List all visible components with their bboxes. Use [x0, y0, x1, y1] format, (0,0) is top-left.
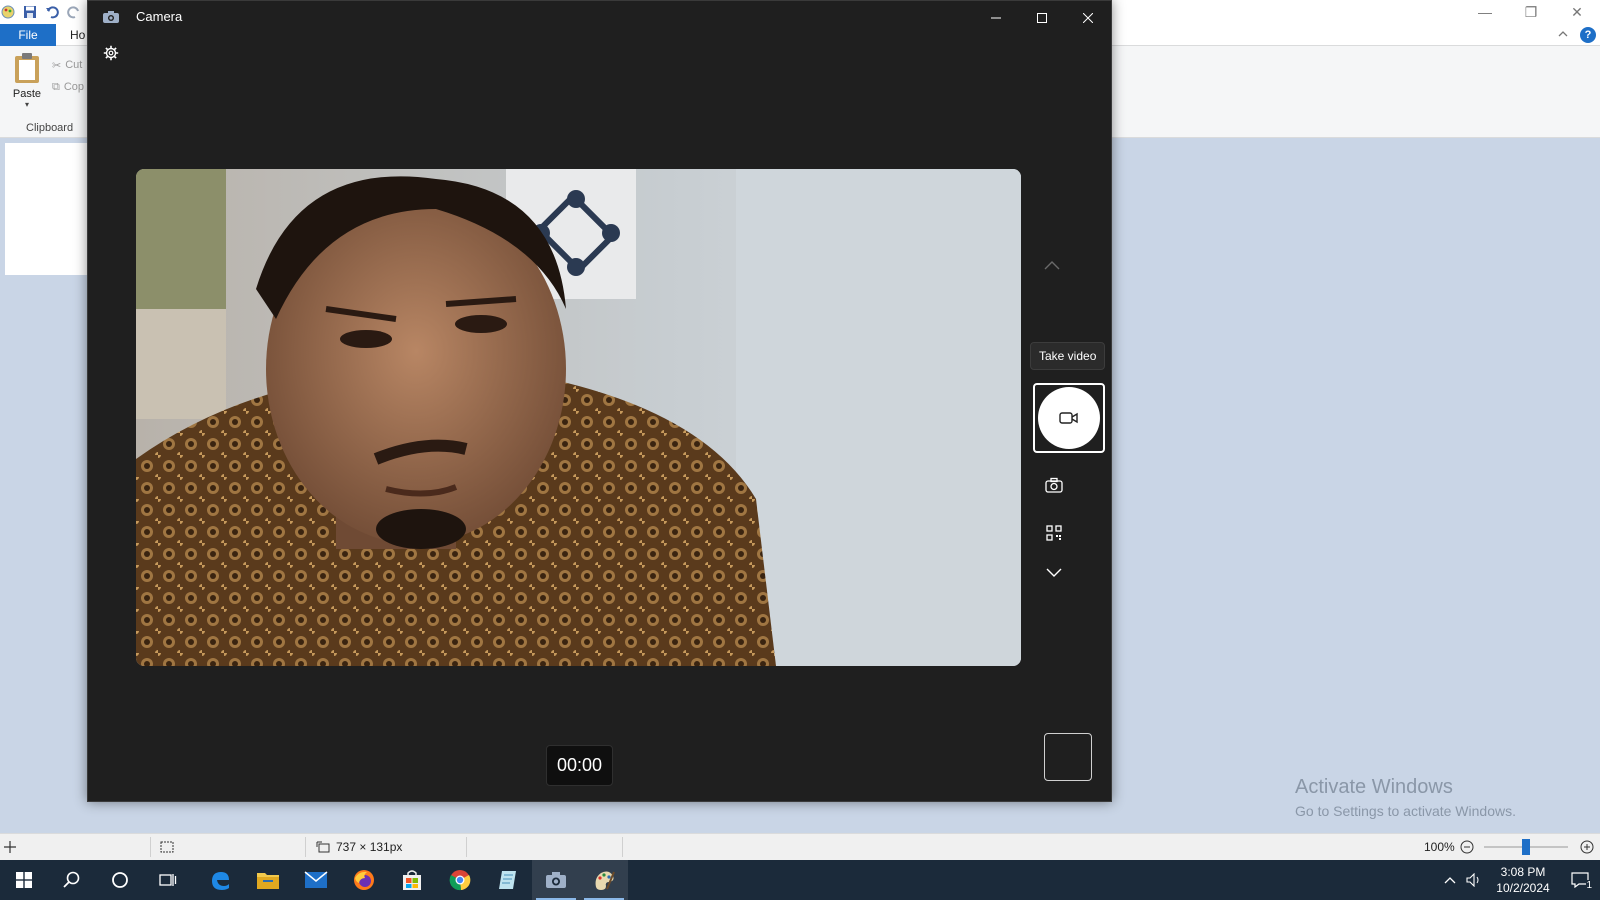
paint-window-controls: — ❐ ✕: [1462, 0, 1600, 24]
copy-label: Cop: [63, 81, 85, 93]
chevron-down-icon[interactable]: [1042, 561, 1066, 585]
dimensions-text: 737 × 131px: [336, 840, 403, 854]
taskbar: 3:08 PM 10/2/2024 1: [0, 860, 1600, 900]
cut-label: Cut: [65, 59, 83, 71]
taskbar-firefox[interactable]: [340, 860, 388, 900]
qr-scan-icon: [1046, 525, 1062, 541]
zoom-level: 100%: [1424, 840, 1455, 854]
zoom-out-icon[interactable]: [1460, 834, 1474, 860]
cursor-position-icon: [4, 834, 16, 860]
camera-icon: [546, 872, 566, 888]
clock-date: 10/2/2024: [1496, 881, 1550, 895]
camera-app-icon: [102, 10, 120, 24]
selection-size-icon: [160, 834, 174, 860]
mail-icon: [304, 871, 328, 888]
zoom-in-icon[interactable]: [1580, 834, 1594, 860]
taskbar-paint[interactable]: [580, 860, 628, 900]
activate-windows-watermark: Activate Windows Go to Settings to activ…: [1295, 776, 1516, 819]
webcam-feed-image: [136, 169, 1021, 666]
paint-canvas[interactable]: [5, 143, 100, 275]
camera-close-button[interactable]: [1065, 1, 1111, 35]
task-view-icon: [159, 874, 177, 886]
photo-icon: [1045, 477, 1063, 493]
activate-title: Activate Windows: [1295, 776, 1453, 798]
tab-home[interactable]: Ho: [70, 24, 85, 46]
taskbar-chrome[interactable]: [436, 860, 484, 900]
last-capture-thumbnail[interactable]: [1044, 733, 1092, 781]
clipboard-icon: [15, 53, 39, 83]
scissors-icon: ✂: [52, 59, 62, 72]
camera-maximize-button[interactable]: [1019, 1, 1065, 35]
cortana-button[interactable]: [96, 860, 144, 900]
copy-button[interactable]: ⧉ Cop: [52, 76, 84, 98]
camera-minimize-button[interactable]: [973, 1, 1019, 35]
zoom-slider-thumb[interactable]: [1522, 839, 1530, 855]
taskbar-edge[interactable]: [196, 860, 244, 900]
camera-window-controls: [973, 1, 1111, 35]
image-dimensions: 737 × 131px: [316, 834, 402, 860]
help-icon[interactable]: ?: [1580, 27, 1596, 43]
notes-icon: [499, 871, 516, 889]
clipboard-group-label: Clipboard: [26, 122, 74, 134]
settings-icon[interactable]: [101, 43, 121, 63]
notification-count: 1: [1586, 880, 1592, 891]
copy-icon: ⧉: [52, 80, 60, 93]
taskbar-file-explorer[interactable]: [244, 860, 292, 900]
paint-minimize-button[interactable]: —: [1462, 0, 1508, 24]
taskbar-store[interactable]: [388, 860, 436, 900]
chevron-up-icon[interactable]: [1042, 255, 1062, 275]
clock-time: 3:08 PM: [1500, 865, 1546, 879]
task-view-button[interactable]: [144, 860, 192, 900]
take-video-button[interactable]: [1033, 383, 1105, 453]
activate-subtitle: Go to Settings to activate Windows.: [1295, 803, 1516, 819]
take-video-tooltip: Take video: [1030, 342, 1106, 370]
search-icon: [63, 871, 80, 888]
cortana-icon: [112, 872, 128, 888]
photo-mode-button[interactable]: [1042, 473, 1066, 497]
paste-label: Paste: [12, 88, 42, 100]
start-button[interactable]: [0, 860, 48, 900]
cut-button[interactable]: ✂ Cut: [52, 54, 84, 76]
camera-viewfinder: [136, 169, 1021, 666]
collapse-ribbon-icon[interactable]: [1558, 26, 1568, 44]
camera-window: Camera Take video 00:00: [87, 0, 1112, 802]
ribbon-right-controls: ?: [1558, 26, 1596, 44]
folder-icon: [257, 873, 279, 889]
paint-statusbar: 737 × 131px 100%: [0, 833, 1600, 860]
paint-restore-button[interactable]: ❐: [1508, 0, 1554, 24]
notification-center-button[interactable]: 1: [1560, 872, 1600, 891]
paste-button[interactable]: Paste ▾: [8, 52, 46, 112]
taskbar-mail[interactable]: [292, 860, 340, 900]
paint-app-icon: [0, 4, 16, 20]
paint-icon: [595, 871, 615, 890]
redo-icon[interactable]: [66, 4, 82, 20]
tab-file[interactable]: File: [0, 24, 56, 46]
paint-close-button[interactable]: ✕: [1554, 0, 1600, 24]
volume-icon[interactable]: [1462, 873, 1486, 887]
system-tray: 3:08 PM 10/2/2024 1: [1438, 860, 1600, 900]
firefox-icon: [354, 870, 374, 890]
show-hidden-icons-icon[interactable]: [1438, 876, 1462, 884]
shutter-circle: [1038, 387, 1100, 449]
video-icon: [1059, 412, 1078, 424]
search-button[interactable]: [48, 860, 96, 900]
taskbar-notes[interactable]: [484, 860, 532, 900]
chrome-icon: [449, 870, 471, 891]
edge-icon: [212, 872, 229, 890]
clock[interactable]: 3:08 PM 10/2/2024: [1486, 864, 1560, 896]
canvas-size-icon: [316, 841, 330, 853]
camera-window-title: Camera: [136, 9, 183, 24]
paste-dropdown-icon[interactable]: ▾: [25, 100, 29, 109]
qr-scan-mode-button[interactable]: [1042, 521, 1066, 545]
undo-icon[interactable]: [44, 4, 60, 20]
taskbar-camera[interactable]: [532, 860, 580, 900]
windows-logo-icon: [16, 872, 32, 888]
save-icon[interactable]: [22, 4, 38, 20]
clipboard-commands: ✂ Cut ⧉ Cop: [52, 54, 84, 98]
recording-timer: 00:00: [546, 745, 613, 786]
quick-access-toolbar: [0, 2, 82, 22]
store-icon: [403, 870, 421, 890]
